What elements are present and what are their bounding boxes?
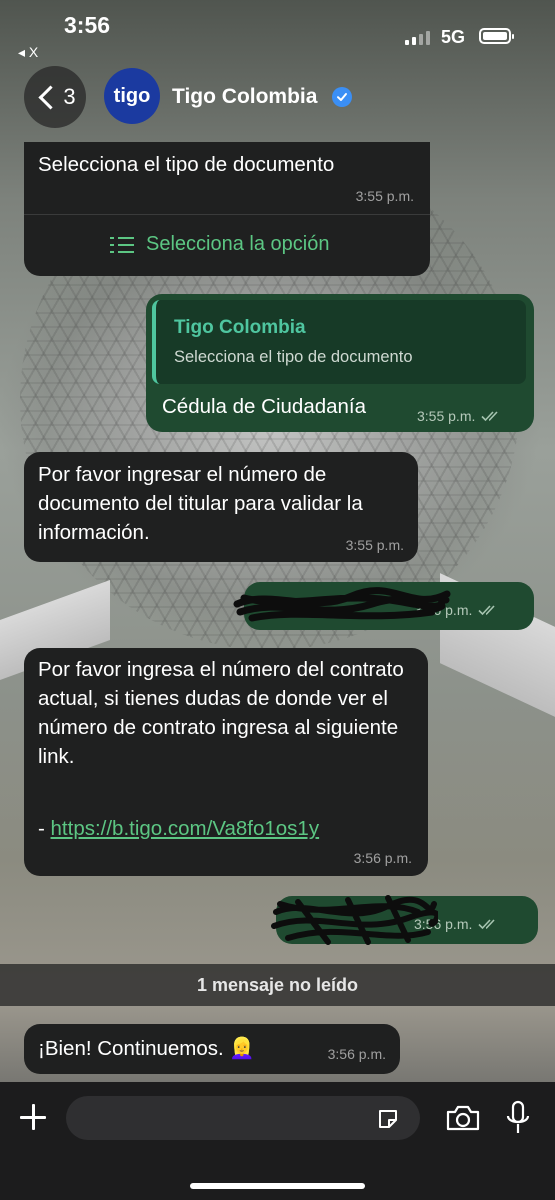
home-indicator bbox=[190, 1183, 365, 1189]
message-time: 3:56 p.m. bbox=[327, 1046, 386, 1062]
read-receipt-icon bbox=[478, 603, 500, 620]
message-text: Por favor ingresa el número del contrato… bbox=[38, 658, 404, 768]
plus-icon[interactable] bbox=[18, 1102, 48, 1132]
quoted-text: Selecciona el tipo de documento bbox=[174, 348, 413, 366]
list-icon bbox=[110, 237, 134, 253]
chat-header: 3 tigo Tigo Colombia bbox=[0, 62, 555, 138]
message-text: ¡Bien! Continuemos. 👱‍♀️ bbox=[38, 1037, 255, 1060]
message-text: Selecciona el tipo de documento bbox=[38, 153, 335, 176]
verified-badge-icon bbox=[332, 87, 352, 107]
unread-chats-count: 3 bbox=[63, 84, 76, 109]
divider bbox=[24, 214, 430, 215]
avatar[interactable]: tigo bbox=[104, 68, 160, 124]
message-time: 3:55 p.m. bbox=[355, 188, 414, 204]
message-bubble-incoming: Selecciona el tipo de documento 3:55 p.m… bbox=[24, 142, 430, 276]
unread-messages-banner: 1 mensaje no leído bbox=[0, 964, 555, 1006]
message-input[interactable] bbox=[66, 1096, 420, 1140]
redaction-scribble bbox=[233, 587, 451, 622]
read-receipt-icon bbox=[478, 917, 500, 934]
quoted-author: Tigo Colombia bbox=[174, 317, 306, 338]
message-time: 3:55 p.m. bbox=[345, 537, 404, 553]
message-link-line: - https://b.tigo.com/Va8fo1os1y bbox=[38, 814, 319, 843]
battery-icon bbox=[479, 28, 514, 44]
message-text: Por favor ingresar el número de document… bbox=[38, 463, 363, 544]
microphone-icon[interactable] bbox=[505, 1100, 531, 1136]
status-time: 3:56 bbox=[64, 12, 111, 38]
read-receipt-icon bbox=[481, 409, 503, 426]
message-bubble-incoming: Por favor ingresar el número de document… bbox=[24, 452, 418, 562]
message-text: Cédula de Ciudadanía bbox=[162, 395, 367, 418]
network-type: 5G bbox=[441, 27, 466, 47]
contract-link[interactable]: https://b.tigo.com/Va8fo1os1y bbox=[51, 817, 320, 840]
message-bubble-incoming: Por favor ingresa el número del contrato… bbox=[24, 648, 428, 876]
back-to-app-link[interactable]: ◂ X bbox=[18, 44, 38, 61]
camera-icon[interactable] bbox=[445, 1104, 481, 1132]
redaction-scribble bbox=[271, 895, 438, 945]
composer-bar bbox=[0, 1082, 555, 1200]
chevron-left-icon bbox=[38, 84, 63, 110]
message-time: 3:55 p.m. bbox=[417, 408, 476, 424]
contact-name[interactable]: Tigo Colombia bbox=[172, 85, 317, 109]
sticker-icon[interactable] bbox=[377, 1108, 399, 1130]
select-option-button[interactable]: Selecciona la opción bbox=[110, 233, 329, 256]
link-prefix: - bbox=[38, 817, 51, 840]
message-bubble-incoming: ¡Bien! Continuemos. 👱‍♀️ 3:56 p.m. bbox=[24, 1024, 400, 1074]
quoted-message[interactable]: Tigo Colombia Selecciona el tipo de docu… bbox=[152, 300, 526, 384]
message-time: 3:56 p.m. bbox=[353, 850, 412, 866]
select-option-label: Selecciona la opción bbox=[146, 233, 330, 255]
message-meta: 3:55 p.m. bbox=[417, 408, 503, 426]
signal-icon bbox=[405, 31, 430, 45]
back-button[interactable]: 3 bbox=[24, 66, 86, 128]
